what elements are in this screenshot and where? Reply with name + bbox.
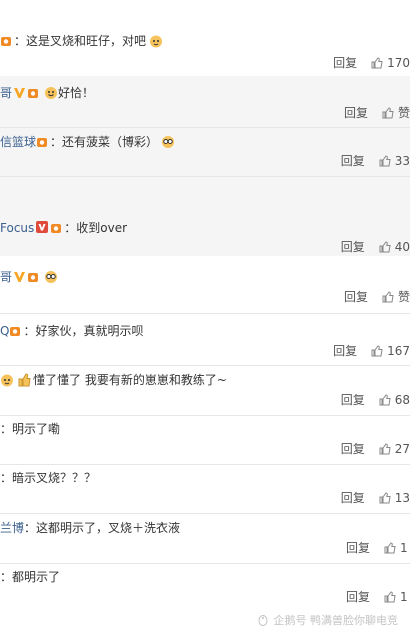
like-icon[interactable] xyxy=(371,57,383,69)
comment-actions: 回复 赞 xyxy=(344,104,410,122)
reply-button[interactable]: 回复 xyxy=(346,588,370,606)
like-count: 1 xyxy=(400,590,408,604)
username-fragment[interactable]: 哥 xyxy=(0,86,12,100)
reply-button[interactable]: 回复 xyxy=(341,391,365,409)
comment-actions: 回复 13 xyxy=(341,489,410,507)
comment-actions: 回复 1 xyxy=(346,588,410,606)
like-count: 68 xyxy=(394,393,410,407)
divider xyxy=(0,313,410,314)
comment-text: 懂了懂了 我要有新的崽崽和教练了~ xyxy=(33,373,227,387)
like-icon[interactable] xyxy=(382,291,394,303)
comment-text: ：暗示叉烧？？？ xyxy=(0,471,97,485)
comment-actions: 回复 赞 xyxy=(344,288,410,306)
comment-actions: 回复 27 xyxy=(341,440,410,458)
fan-badge-icon xyxy=(51,224,62,233)
comment-text: ：好家伙，真就明示呗 xyxy=(23,324,144,338)
like-icon[interactable] xyxy=(382,107,394,119)
reply-button[interactable]: 回复 xyxy=(344,288,368,306)
like-count: 赞 xyxy=(397,106,410,120)
vip-v-icon xyxy=(36,221,49,233)
divider xyxy=(0,127,410,128)
penguin-logo-icon xyxy=(258,615,267,626)
watermark-text: 企鹅号 鸭满兽脸你聊电竞 xyxy=(273,614,399,627)
reply-button[interactable]: 回复 xyxy=(344,104,368,122)
comment-actions: 回复 68 xyxy=(341,391,410,409)
smile-emoji-icon xyxy=(45,87,58,99)
doge-emoji-icon xyxy=(150,35,163,48)
comment-actions: 回复 33 xyxy=(341,152,410,170)
reply-button[interactable]: 回复 xyxy=(333,342,357,360)
like-count: 1 xyxy=(400,541,408,555)
reply-button[interactable]: 回复 xyxy=(346,539,370,557)
divider xyxy=(0,563,410,564)
verified-v-icon xyxy=(14,272,26,282)
like-icon[interactable] xyxy=(384,591,396,603)
username[interactable]: Q xyxy=(0,324,9,338)
like-icon[interactable] xyxy=(379,155,391,167)
fan-badge-icon xyxy=(1,37,11,46)
fan-badge-icon xyxy=(28,273,39,282)
reply-button[interactable]: 回复 xyxy=(333,54,357,72)
comment-text: 好恰！ xyxy=(58,86,95,100)
like-count: 33 xyxy=(394,154,410,168)
like-icon[interactable] xyxy=(379,443,391,455)
like-icon[interactable] xyxy=(384,542,396,554)
divider xyxy=(0,415,410,416)
like-count: 27 xyxy=(394,442,410,456)
divider xyxy=(0,365,410,366)
reply-button[interactable]: 回复 xyxy=(341,489,365,507)
reply-button[interactable]: 回复 xyxy=(341,152,365,170)
glasses-emoji-icon xyxy=(162,136,175,148)
like-count: 40 xyxy=(394,240,410,254)
comment-text: ：明示了嘞 xyxy=(0,422,61,436)
comment-text: ：这都明示了，叉烧＋洗衣液 xyxy=(24,521,181,535)
reply-button[interactable]: 回复 xyxy=(341,440,365,458)
divider xyxy=(0,464,410,465)
comment-text: ：都明示了 xyxy=(0,570,61,584)
username[interactable]: Focus xyxy=(0,221,34,235)
comment-actions: 回复 40 xyxy=(341,238,410,256)
username[interactable]: 兰博 xyxy=(0,521,24,535)
comment-text: ：收到over xyxy=(64,221,128,235)
like-icon[interactable] xyxy=(371,345,383,357)
like-icon[interactable] xyxy=(379,394,391,406)
fan-badge-icon xyxy=(37,138,48,147)
comment-text: ：这是叉烧和旺仔，对吧 xyxy=(14,34,147,48)
like-icon[interactable] xyxy=(379,492,391,504)
watermark: 企鹅号 鸭满兽脸你聊电竞 xyxy=(256,612,399,628)
username[interactable]: 信篮球 xyxy=(0,135,36,149)
comment-actions: 回复 1 xyxy=(346,539,410,557)
glasses-emoji-icon xyxy=(45,271,58,283)
fan-badge-icon xyxy=(28,89,39,98)
thumbs-up-emoji-icon xyxy=(18,373,31,387)
doge-emoji-icon xyxy=(1,374,13,387)
like-count: 167 xyxy=(387,344,410,358)
comment-text: ：还有菠菜（博彩） xyxy=(50,135,159,149)
reply-button[interactable]: 回复 xyxy=(341,238,365,256)
like-count: 赞 xyxy=(397,290,410,304)
username-fragment[interactable]: 哥 xyxy=(0,270,12,284)
like-icon[interactable] xyxy=(379,241,391,253)
comment-actions: 回复 167 xyxy=(333,342,410,360)
like-count: 170 xyxy=(387,56,410,70)
fan-badge-icon xyxy=(10,327,21,336)
verified-v-icon xyxy=(14,88,26,98)
comment-actions: 回复 170 xyxy=(333,54,410,72)
divider xyxy=(0,176,410,177)
divider xyxy=(0,513,410,514)
comment-thread: ：这是叉烧和旺仔，对吧 回复 170 哥好恰！ 回复赞 信篮球 ：还有菠菜（博彩） … xyxy=(0,0,410,632)
like-count: 13 xyxy=(394,491,410,505)
